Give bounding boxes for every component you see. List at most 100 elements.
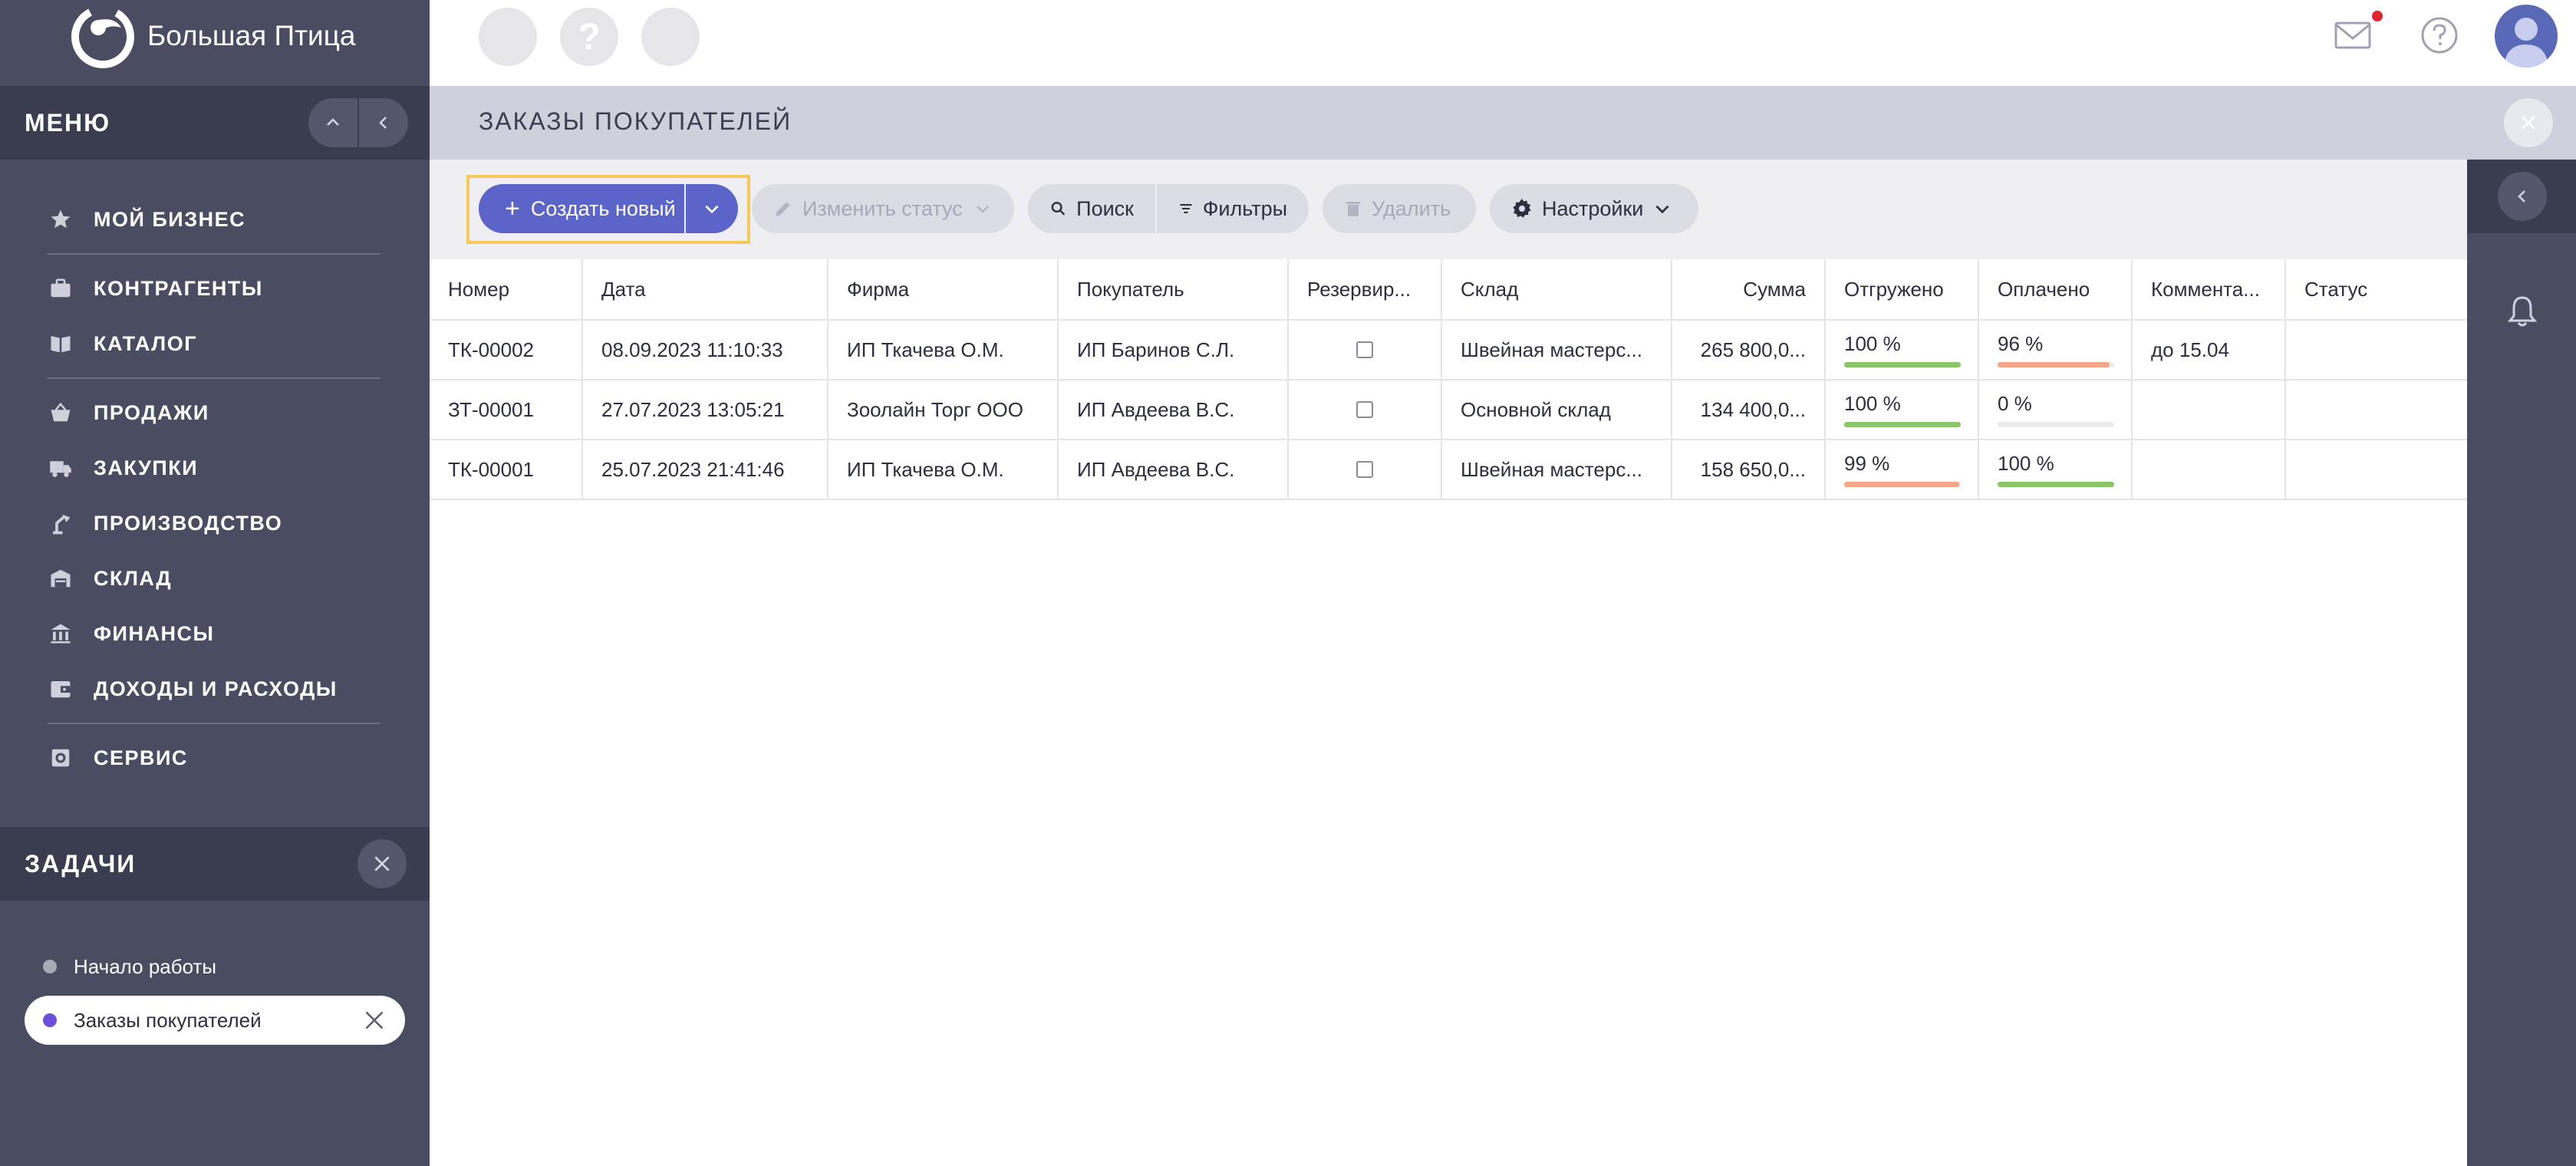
filters-button[interactable]: Фильтры <box>1157 184 1309 233</box>
cell-reserved <box>1289 380 1442 439</box>
shipped-percent: 100 % <box>1844 332 1901 355</box>
menu-item-purchases[interactable]: ЗАКУПКИ <box>48 440 380 496</box>
create-new-button[interactable]: + Создать новый <box>479 184 684 233</box>
star-icon <box>48 206 74 232</box>
sidebar: Большая Птица МЕНЮ МОЙ БИЗНЕС КОНТРАГЕНТ… <box>0 0 430 1166</box>
column-header-paid[interactable]: Оплачено <box>1979 259 2133 319</box>
menu-item-income-expenses[interactable]: ДОХОДЫ И РАСХОДЫ <box>48 661 380 716</box>
toolbar: + Создать новый Изменить статус Поиск Фи… <box>430 160 2467 259</box>
delete-button[interactable]: Удалить <box>1323 184 1476 233</box>
change-status-button[interactable]: Изменить статус <box>752 184 1014 233</box>
cell-sum: 265 800,0... <box>1672 321 1826 379</box>
settings-label: Настройки <box>1542 196 1644 220</box>
shipped-progress-bar <box>1844 422 1961 427</box>
task-close-icon[interactable] <box>364 1010 385 1031</box>
column-header-shipped[interactable]: Отгружено <box>1826 259 1979 319</box>
task-label: Начало работы <box>74 954 217 978</box>
paid-progress-bar <box>1998 422 2114 427</box>
menu-item-sales[interactable]: ПРОДАЖИ <box>48 385 380 440</box>
bank-icon <box>48 621 74 647</box>
menu-item-label: ФИНАНСЫ <box>94 621 215 645</box>
menu-item-warehouse[interactable]: СКЛАД <box>48 551 380 606</box>
cell-date: 08.09.2023 11:10:33 <box>583 321 828 379</box>
menu-divider <box>48 377 380 379</box>
cell-buyer: ИП Авдеева В.С. <box>1059 440 1289 499</box>
cell-comment <box>2133 440 2286 499</box>
progress-fill <box>1998 362 2110 367</box>
table-row[interactable]: ЗТ-00001 27.07.2023 13:05:21 Зоолайн Тор… <box>430 380 2467 440</box>
create-new-dropdown-button[interactable] <box>686 184 738 233</box>
page-close-button[interactable] <box>2504 98 2553 147</box>
paid-percent: 96 % <box>1998 332 2044 355</box>
table-row[interactable]: ТК-00002 08.09.2023 11:10:33 ИП Ткачева … <box>430 321 2467 380</box>
menu-divider <box>48 253 380 255</box>
chevron-up-icon <box>327 118 339 126</box>
wallet-icon <box>48 676 74 702</box>
right-panel-toggle-button[interactable] <box>2498 172 2547 221</box>
column-header-reserved[interactable]: Резервир... <box>1289 259 1442 319</box>
chevron-down-icon <box>976 206 989 213</box>
menu-item-my-business[interactable]: МОЙ БИЗНЕС <box>48 192 380 247</box>
close-icon <box>374 856 390 871</box>
progress-fill <box>1844 422 1961 427</box>
menu-collapse-button[interactable] <box>308 98 357 147</box>
menu-item-service[interactable]: СЕРВИС <box>48 730 380 786</box>
page-title: ЗАКАЗЫ ПОКУПАТЕЛЕЙ <box>479 107 792 135</box>
menu-item-catalog[interactable]: КАТАЛОГ <box>48 316 380 371</box>
column-header-number[interactable]: Номер <box>430 259 583 319</box>
column-header-buyer[interactable]: Покупатель <box>1059 259 1289 319</box>
brand-name: Большая Птица <box>147 20 356 51</box>
column-header-firm[interactable]: Фирма <box>828 259 1059 319</box>
bird-logo-icon <box>68 2 141 71</box>
cell-sum: 158 650,0... <box>1672 440 1826 499</box>
mail-icon[interactable] <box>2334 18 2373 52</box>
cell-firm: ИП Ткачева О.М. <box>828 440 1059 499</box>
help-icon[interactable] <box>2420 15 2459 55</box>
shipped-progress-bar <box>1844 362 1961 367</box>
column-header-status[interactable]: Статус <box>2286 259 2467 319</box>
task-item-customer-orders[interactable]: Заказы покупателей <box>25 996 405 1045</box>
placeholder-circle-button[interactable] <box>641 8 700 66</box>
column-header-comment[interactable]: Коммента... <box>2133 259 2286 319</box>
cell-shipped: 99 % <box>1826 440 1979 499</box>
cell-firm: Зоолайн Торг ООО <box>828 380 1059 439</box>
cell-comment: до 15.04 <box>2133 321 2286 379</box>
menu-item-production[interactable]: ПРОИЗВОДСТВО <box>48 496 380 551</box>
bell-icon[interactable] <box>2507 295 2538 328</box>
column-header-date[interactable]: Дата <box>583 259 828 319</box>
logo[interactable]: Большая Птица <box>68 0 355 72</box>
help-placeholder-button[interactable]: ? <box>560 8 618 66</box>
reserve-checkbox[interactable] <box>1356 401 1373 418</box>
menu-item-label: ДОХОДЫ И РАСХОДЫ <box>94 677 338 700</box>
menu-item-label: КОНТРАГЕНТЫ <box>94 276 263 300</box>
menu-item-label: КАТАЛОГ <box>94 331 198 355</box>
avatar[interactable] <box>2495 5 2558 68</box>
table-header-row: Номер Дата Фирма Покупатель Резервир... … <box>430 259 2467 321</box>
cell-date: 27.07.2023 13:05:21 <box>583 380 828 439</box>
tasks-close-button[interactable] <box>357 839 407 888</box>
menu-title: МЕНЮ <box>25 108 111 137</box>
right-panel <box>2467 160 2576 1166</box>
task-status-dot <box>43 1013 57 1027</box>
search-button[interactable]: Поиск <box>1028 184 1155 233</box>
task-item-getting-started[interactable]: Начало работы <box>25 942 405 991</box>
menu-item-finance[interactable]: ФИНАНСЫ <box>48 606 380 661</box>
placeholder-circle-button[interactable] <box>479 8 537 66</box>
progress-fill <box>1844 482 1960 487</box>
cell-paid: 100 % <box>1979 440 2133 499</box>
cell-paid: 96 % <box>1979 321 2133 379</box>
column-header-sum[interactable]: Сумма <box>1672 259 1826 319</box>
sidebar-hide-button[interactable] <box>359 98 408 147</box>
cell-number: ТК-00001 <box>430 440 583 499</box>
menu-item-label: СЕРВИС <box>94 746 188 769</box>
menu-item-counterparties[interactable]: КОНТРАГЕНТЫ <box>48 261 380 316</box>
settings-button[interactable]: Настройки <box>1490 184 1698 233</box>
top-bar: ? <box>430 0 2576 86</box>
filters-label: Фильтры <box>1202 196 1287 220</box>
cell-buyer: ИП Баринов С.Л. <box>1059 321 1289 379</box>
reserve-checkbox[interactable] <box>1356 341 1373 358</box>
reserve-checkbox[interactable] <box>1356 461 1373 478</box>
column-header-warehouse[interactable]: Склад <box>1442 259 1672 319</box>
notification-dot <box>2372 11 2383 21</box>
table-row[interactable]: ТК-00001 25.07.2023 21:41:46 ИП Ткачева … <box>430 440 2467 500</box>
